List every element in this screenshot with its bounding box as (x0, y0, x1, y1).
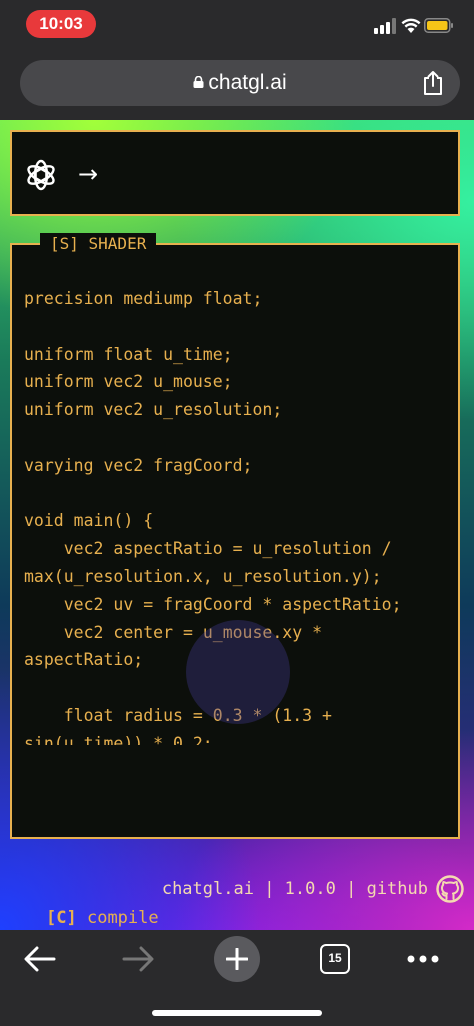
code-line: void main() { (24, 511, 154, 531)
status-time: 10:03 (26, 10, 96, 38)
github-icon[interactable] (436, 875, 464, 903)
code-line: uniform vec2 u_mouse; (24, 372, 233, 392)
browser-toolbar: 15 (0, 930, 474, 1026)
back-arrow-icon[interactable] (24, 946, 56, 972)
code-line: varying vec2 fragCoord; (24, 455, 253, 475)
compile-button[interactable]: [C] compile (46, 908, 159, 928)
compile-shortcut-key: [C] (46, 908, 77, 928)
footer-separator: | (253, 879, 285, 899)
forward-arrow-icon[interactable] (122, 946, 154, 972)
footer: chatgl.ai | 1.0.0 | github (162, 872, 464, 906)
code-line: uniform vec2 u_resolution; (24, 400, 283, 420)
plus-icon (226, 948, 248, 970)
browser-address-area: chatgl.ai (0, 48, 474, 120)
battery-icon (424, 18, 453, 33)
footer-version: 1.0.0 (284, 879, 336, 899)
new-tab-button[interactable] (214, 936, 260, 982)
wifi-icon (401, 18, 421, 33)
home-indicator (152, 1010, 322, 1016)
lock-icon (193, 75, 204, 88)
footer-github-link[interactable]: github (367, 879, 428, 899)
web-page: → [S] SHADER precision mediump float; uni… (0, 120, 474, 930)
prompt-panel[interactable]: → (10, 130, 460, 216)
code-line: vec2 center = u_mouse.xy * aspectRatio; (24, 622, 332, 670)
url-text: chatgl.ai (208, 71, 287, 94)
compile-label: compile (86, 908, 159, 928)
prompt-submit-arrow[interactable]: → (78, 160, 98, 188)
address-bar[interactable]: chatgl.ai (20, 60, 460, 106)
code-line: vec2 aspectRatio = u_resolution / max(u_… (24, 539, 402, 586)
shader-section-label: [S] SHADER (40, 233, 157, 255)
cellular-signal-icon (374, 18, 396, 34)
more-options-icon[interactable] (406, 954, 440, 964)
tab-count-button[interactable]: 15 (320, 944, 350, 974)
footer-site-link[interactable]: chatgl.ai (162, 879, 254, 899)
url-display[interactable]: chatgl.ai (20, 71, 460, 95)
code-line: vec2 uv = fragCoord * aspectRatio; (24, 594, 402, 614)
status-bar: 10:03 (0, 0, 474, 48)
shader-code-editor[interactable]: precision mediump float; uniform float u_… (24, 285, 444, 745)
code-line: uniform float u_time; (24, 344, 233, 364)
shader-panel: [S] SHADER precision mediump float; unifo… (10, 233, 460, 928)
footer-separator: | (335, 879, 367, 899)
share-icon[interactable] (422, 70, 444, 96)
openai-logo-icon (27, 159, 55, 191)
code-line: precision mediump float; (24, 289, 263, 308)
code-line: float radius = 0.3 * (1.3 + sin(u_time))… (24, 705, 342, 745)
